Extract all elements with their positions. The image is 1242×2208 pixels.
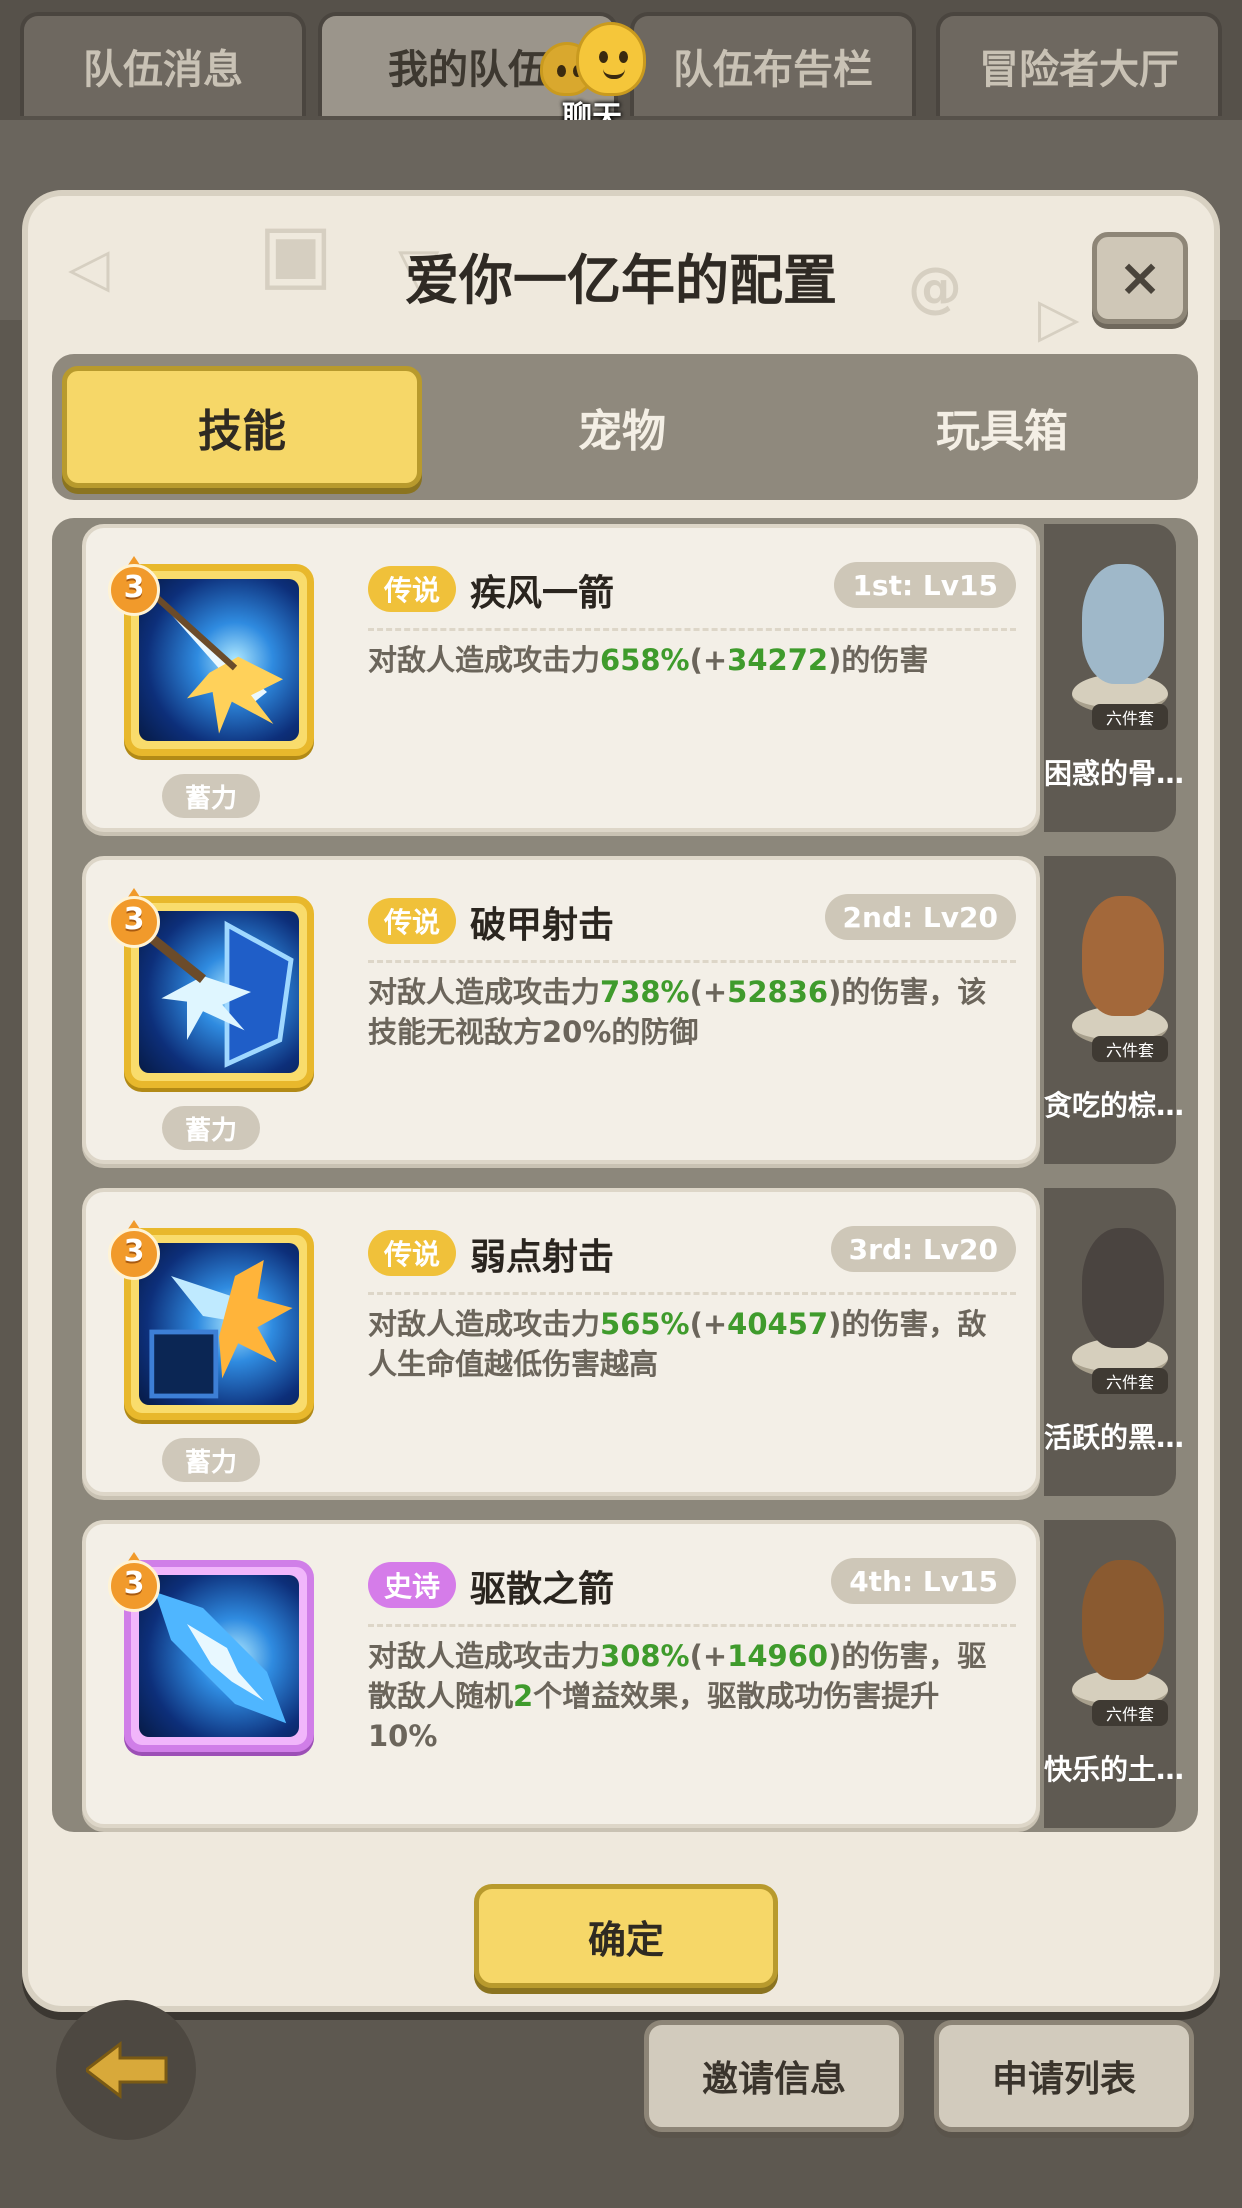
divider (368, 960, 1016, 963)
dialog-title: 爱你一亿年的配置 (405, 249, 837, 312)
pet-card[interactable]: 六件套 快乐的土… (1044, 1520, 1184, 1828)
pet-set-badge: 六件套 (1092, 704, 1168, 730)
skill-card[interactable]: 3 史诗 驱散之箭 4th: Lv15 对敌人造成攻击力308%(+14960)… (82, 1520, 1040, 1828)
tab-toybox[interactable]: 玩具箱 (822, 366, 1182, 488)
dialog-header: ◁ ▣ ▽ @ ▷ 爱你一亿年的配置 × (28, 196, 1214, 349)
confirm-label: 确定 (587, 1917, 664, 1962)
weak-point-skill-icon (139, 1243, 299, 1405)
rarity-badge: 传说 (368, 566, 457, 612)
tab-label: 冒险者大厅 (979, 47, 1179, 93)
skill-card[interactable]: 3 蓄力 传说 弱点射击 3rd: Lv20 对敌人造成攻击力565%(+404… (82, 1188, 1040, 1496)
close-icon: × (1118, 248, 1162, 308)
skill-description: 对敌人造成攻击力738%(+52836)的伤害，该技能无视敌方20%的防御 (368, 975, 987, 1049)
slot-tag: 2nd: Lv20 (824, 894, 1016, 940)
armor-break-skill-icon (139, 911, 299, 1073)
skill-description: 对敌人造成攻击力308%(+14960)的伤害，驱散敌人随机2个增益效果，驱散成… (368, 1639, 987, 1753)
level-badge: 3 (108, 1552, 160, 1614)
pet-name: 贪吃的棕… (1044, 1089, 1185, 1122)
charge-tag: 蓄力 (162, 774, 260, 818)
divider (368, 628, 1016, 631)
pet-card[interactable]: 六件套 活跃的黑… (1044, 1188, 1184, 1496)
black-boar-pet-icon (1082, 1228, 1164, 1348)
apply-label: 申请列表 (991, 2059, 1136, 2100)
skill-card[interactable]: 3 蓄力 传说 破甲射击 2nd: Lv20 对敌人造成攻击力738%(+528… (82, 856, 1040, 1164)
tab-team-messages[interactable]: 队伍消息 (20, 12, 306, 116)
tab-label: 玩具箱 (936, 406, 1068, 457)
slot-tag: 3rd: Lv20 (830, 1226, 1016, 1272)
chat-face-icon (576, 22, 646, 96)
dispel-arrow-skill-icon (139, 1575, 299, 1737)
mole-pet-icon (1082, 1560, 1164, 1680)
pet-set-badge: 六件套 (1092, 1036, 1168, 1062)
rarity-badge: 传说 (368, 1230, 457, 1276)
back-arrow-icon (86, 2040, 168, 2100)
tab-skills[interactable]: 技能 (62, 366, 422, 488)
skill-name: 驱散之箭 (470, 1569, 615, 1610)
invite-info-button[interactable]: 邀请信息 (644, 2020, 904, 2132)
back-button[interactable] (56, 2000, 196, 2140)
rarity-badge: 传说 (368, 898, 457, 944)
loadout-dialog: ◁ ▣ ▽ @ ▷ 爱你一亿年的配置 × 技能 宠物 玩具箱 3 蓄力 传说 疾… (22, 190, 1220, 2012)
pet-set-badge: 六件套 (1092, 1700, 1168, 1726)
tab-label: 宠物 (578, 406, 666, 457)
close-button[interactable]: × (1092, 232, 1188, 324)
bone-dragon-pet-icon (1082, 564, 1164, 684)
tab-pets[interactable]: 宠物 (442, 366, 802, 488)
slot-tag: 1st: Lv15 (834, 562, 1016, 608)
tab-team-board[interactable]: 队伍布告栏 (630, 12, 916, 116)
tab-label: 我的队伍 (388, 47, 548, 93)
pet-name: 快乐的土… (1044, 1753, 1185, 1786)
pet-card[interactable]: 六件套 贪吃的棕… (1044, 856, 1184, 1164)
divider (368, 1292, 1016, 1295)
skill-description: 对敌人造成攻击力565%(+40457)的伤害，敌人生命值越低伤害越高 (368, 1307, 987, 1381)
tab-adventurer-hall[interactable]: 冒险者大厅 (936, 12, 1222, 116)
tab-label: 技能 (198, 406, 286, 457)
pet-set-badge: 六件套 (1092, 1368, 1168, 1394)
apply-list-button[interactable]: 申请列表 (934, 2020, 1194, 2132)
level-badge: 3 (108, 556, 160, 618)
level-badge: 3 (108, 888, 160, 950)
loadout-tab-bar: 技能 宠物 玩具箱 (52, 354, 1198, 500)
brown-bear-pet-icon (1082, 896, 1164, 1016)
charge-tag: 蓄力 (162, 1438, 260, 1482)
skill-card[interactable]: 3 蓄力 传说 疾风一箭 1st: Lv15 对敌人造成攻击力658%(+342… (82, 524, 1040, 832)
tab-label: 队伍消息 (83, 47, 243, 93)
skill-name: 破甲射击 (470, 905, 615, 946)
invite-label: 邀请信息 (701, 2059, 846, 2100)
charge-tag: 蓄力 (162, 1106, 260, 1150)
skill-description: 对敌人造成攻击力658%(+34272)的伤害 (368, 643, 929, 677)
pet-name: 困惑的骨… (1044, 757, 1185, 790)
pet-card[interactable]: 六件套 困惑的骨… (1044, 524, 1184, 832)
level-badge: 3 (108, 1220, 160, 1282)
pet-name: 活跃的黑… (1044, 1421, 1185, 1454)
skill-name: 疾风一箭 (470, 573, 615, 614)
slot-tag: 4th: Lv15 (831, 1558, 1016, 1604)
gale-arrow-skill-icon (139, 579, 299, 741)
skill-name: 弱点射击 (470, 1237, 615, 1278)
skill-list: 3 蓄力 传说 疾风一箭 1st: Lv15 对敌人造成攻击力658%(+342… (52, 518, 1198, 1832)
confirm-button[interactable]: 确定 (474, 1884, 778, 1988)
tab-label: 队伍布告栏 (673, 47, 873, 93)
divider (368, 1624, 1016, 1627)
rarity-badge: 史诗 (368, 1562, 457, 1608)
